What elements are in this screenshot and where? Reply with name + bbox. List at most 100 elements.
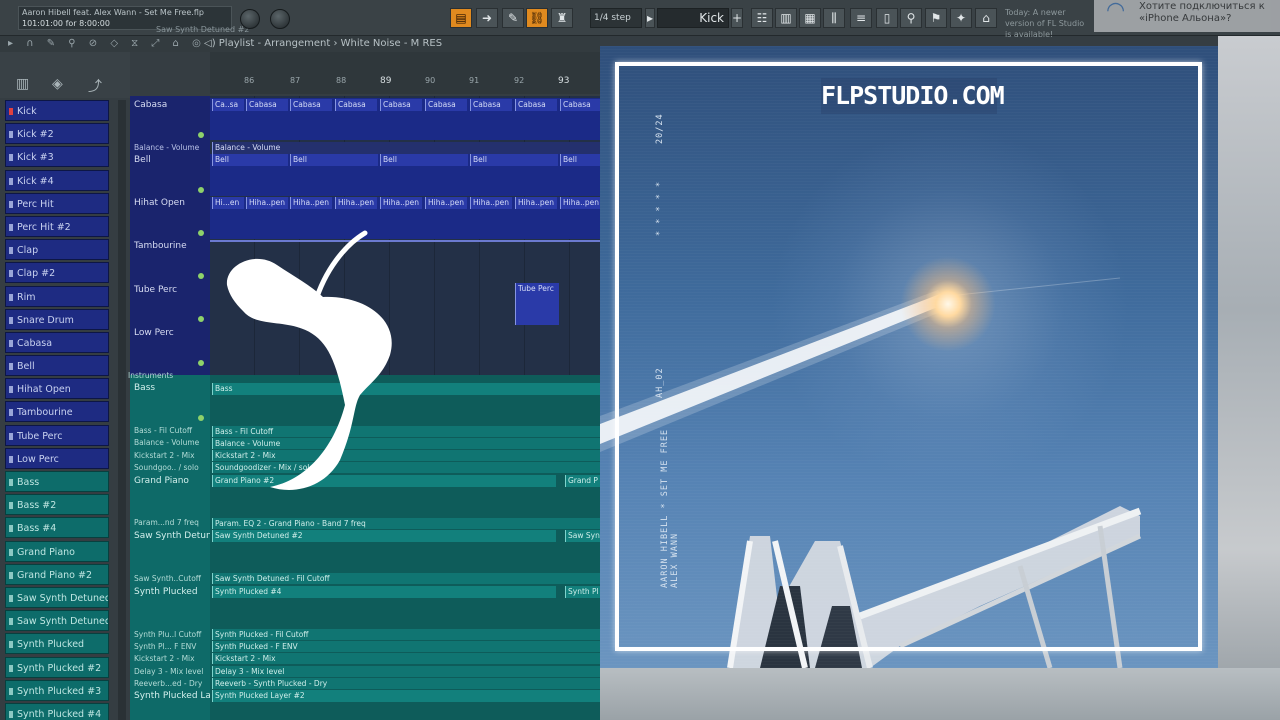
track-led[interactable] [198, 316, 204, 322]
picker-item[interactable]: Clap [5, 239, 109, 261]
track-name[interactable]: Kickstart 2 - Mix [134, 451, 195, 460]
pattern-clip[interactable]: Hiha..pen [515, 197, 557, 209]
automation-clip[interactable]: Delay 3 - Mix level [212, 666, 600, 677]
picker-item[interactable]: Tambourine [5, 401, 109, 423]
timeline-ruler[interactable]: 86 87 88 89 90 91 92 93 [210, 52, 600, 94]
automation-clip[interactable]: Saw Synth Detuned - Fil Cutoff [212, 573, 600, 584]
track-name[interactable]: Balance - Volume [134, 143, 199, 152]
patterns-icon[interactable]: ▥ [16, 76, 29, 92]
track-name[interactable]: Synth Pl... F ENV [134, 642, 196, 651]
track-led[interactable] [198, 415, 204, 421]
picker-item[interactable]: Saw Synth Detuned [5, 586, 109, 608]
track-led[interactable] [198, 132, 204, 138]
picker-item[interactable]: Kick #3 [5, 146, 109, 168]
pattern-clip[interactable]: Hiha..pen [425, 197, 467, 209]
picker-item[interactable]: Kick [5, 100, 109, 121]
track-name[interactable]: Cabasa [134, 100, 167, 110]
picker-item[interactable]: Synth Plucked #4 [5, 702, 109, 720]
picker-item[interactable]: Kick #4 [5, 169, 109, 191]
picker-item[interactable]: Clap #2 [5, 262, 109, 284]
pattern-clip[interactable]: Hiha..pen [380, 197, 422, 209]
track-name[interactable]: Low Perc [134, 328, 174, 338]
playlist-tool-icons[interactable]: ▸ ∩ ✎ ⚲ ⊘ ◇ ⧖ ⤢ ⌂ ◎ [8, 36, 206, 52]
automation-clip[interactable]: Param. EQ 2 - Grand Piano - Band 7 freq [212, 518, 600, 529]
mixer-icon[interactable]: ⫼ [823, 8, 845, 28]
pattern-clip[interactable]: Saw Synth Detuned #2 [212, 530, 556, 542]
wifi-notification[interactable]: ◠ Хотите подключиться к «iPhone Альона»? [1094, 0, 1280, 32]
tempo-icon[interactable]: ⚑ [925, 8, 947, 28]
track-name[interactable]: Soundgoo.. / solo [134, 463, 199, 472]
picker-item[interactable]: Grand Piano [5, 540, 109, 562]
pattern-clip[interactable]: Hiha..pen [246, 197, 288, 209]
pattern-clip[interactable]: Bell [560, 154, 600, 166]
file-icon[interactable]: ▯ [876, 8, 898, 28]
picker-item[interactable]: Bass #2 [5, 494, 109, 516]
automation-icon[interactable]: ⤴ [88, 76, 102, 96]
picker-item[interactable]: Saw Synth Detuned #2 [5, 610, 109, 632]
pattern-clip[interactable]: Grand P [565, 475, 600, 487]
track-name[interactable]: Param...nd 7 freq [134, 518, 199, 527]
master-pitch-knob[interactable] [270, 9, 290, 29]
pattern-clip[interactable]: Cabasa [515, 99, 557, 111]
browser-icon[interactable]: ≡ [850, 8, 872, 28]
pattern-clip[interactable]: Synth Plucked #4 [212, 586, 556, 598]
automation-clip[interactable]: Synth Plucked - Fil Cutoff [212, 629, 600, 640]
automation-clip[interactable]: Synth Plucked - F ENV [212, 641, 600, 652]
pattern-clip[interactable]: Tube Perc [515, 283, 559, 325]
pattern-clip[interactable]: Cabasa [380, 99, 422, 111]
arrow-icon[interactable]: ➜ [476, 8, 498, 28]
update-notice[interactable]: Today: A newer version of FL Studio is a… [1005, 7, 1093, 40]
pattern-clip[interactable]: Cabasa [246, 99, 288, 111]
track-name[interactable]: Bell [134, 155, 151, 165]
track-name[interactable]: Delay 3 - Mix level [134, 667, 203, 676]
track-name[interactable]: Saw Synth..Cutoff [134, 574, 201, 583]
pattern-clip[interactable]: Cabasa [335, 99, 377, 111]
picker-item[interactable]: Hihat Open [5, 378, 109, 400]
add-pattern-icon[interactable]: + [731, 8, 743, 28]
channel-rack-icon[interactable]: ▦ [799, 8, 821, 28]
picker-item[interactable]: Tube Perc [5, 424, 109, 446]
audio-icon[interactable]: ◈ [52, 76, 63, 92]
picker-item[interactable]: Perc Hit [5, 192, 109, 214]
pattern-selector[interactable]: Kick [657, 8, 729, 28]
shop-icon[interactable]: ⌂ [975, 8, 997, 28]
automation-clip[interactable]: Kickstart 2 - Mix [212, 653, 600, 664]
track-name[interactable]: Synth Plu..l Cutoff [134, 630, 201, 639]
pattern-clip[interactable]: Cabasa [290, 99, 332, 111]
pattern-clip[interactable]: Bell [290, 154, 378, 166]
track-name[interactable]: Hihat Open [134, 198, 185, 208]
playlist-icon[interactable]: ☷ [751, 8, 773, 28]
picker-item[interactable]: Synth Plucked [5, 633, 109, 655]
picker-item[interactable]: Bell [5, 355, 109, 377]
track-name[interactable]: Bass [134, 383, 155, 393]
pattern-clip[interactable]: Cabasa [470, 99, 512, 111]
draw-icon[interactable]: ✎ [502, 8, 524, 28]
pattern-clip[interactable]: Synth Pl [565, 586, 600, 598]
picker-item[interactable]: Grand Piano #2 [5, 563, 109, 585]
master-volume-knob[interactable] [240, 9, 260, 29]
track-led[interactable] [198, 360, 204, 366]
pattern-clip[interactable]: Hi...en [212, 197, 244, 209]
pattern-clip[interactable]: Bell [470, 154, 558, 166]
pattern-clip[interactable]: Cabasa [425, 99, 467, 111]
pattern-clip[interactable]: Bell [212, 154, 288, 166]
track-name[interactable]: Kickstart 2 - Mix [134, 654, 195, 663]
wizard-icon[interactable]: ✦ [950, 8, 972, 28]
pattern-clip[interactable]: Cabasa [560, 99, 600, 111]
song-info-panel[interactable]: Aaron Hibell feat. Alex Wann - Set Me Fr… [18, 6, 249, 34]
pattern-mode-button[interactable]: ▤ [450, 8, 472, 28]
picker-item[interactable]: Snare Drum [5, 308, 109, 330]
link-icon[interactable]: ⛓ [526, 8, 548, 28]
track-name[interactable]: Reeverb...ed - Dry [134, 679, 202, 688]
picker-scrollbar[interactable] [118, 100, 126, 720]
track-led[interactable] [198, 187, 204, 193]
metronome-icon[interactable]: ♜ [551, 8, 573, 28]
picker-item[interactable]: Synth Plucked #3 [5, 679, 109, 701]
track-name[interactable]: Tube Perc [134, 285, 177, 295]
picker-item[interactable]: Low Perc [5, 447, 109, 469]
piano-roll-icon[interactable]: ▥ [775, 8, 797, 28]
pattern-clip[interactable]: Hiha..pen [290, 197, 332, 209]
track-led[interactable] [198, 273, 204, 279]
picker-item[interactable]: Bass #4 [5, 517, 109, 539]
pattern-clip[interactable]: Hiha..pen [335, 197, 377, 209]
